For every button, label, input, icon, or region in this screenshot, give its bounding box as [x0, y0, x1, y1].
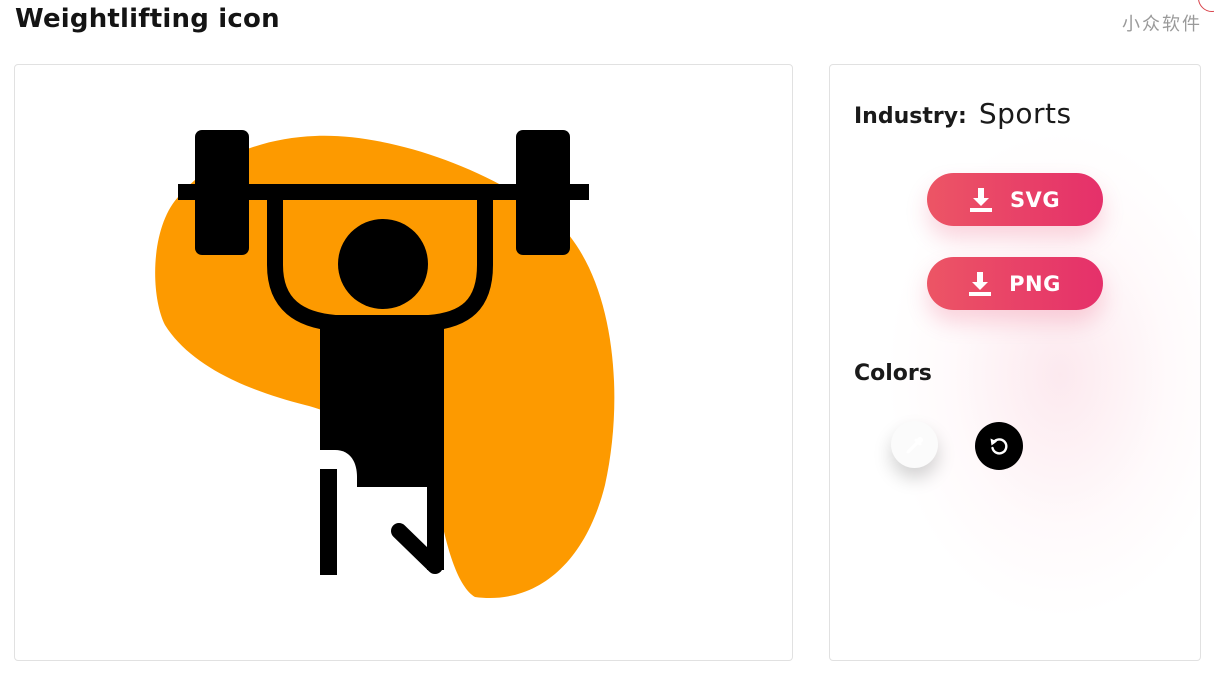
left-leg	[320, 469, 337, 575]
weightlifting-icon	[155, 130, 615, 599]
page-title: Weightlifting icon	[15, 4, 280, 34]
industry-row: Industry: Sports	[854, 97, 1072, 130]
download-svg-button[interactable]: SVG	[927, 173, 1103, 226]
reset-colors-button[interactable]	[975, 422, 1023, 470]
details-panel: Industry: Sports SVG PNG Colors	[829, 64, 1201, 661]
eyedropper-icon	[906, 436, 923, 453]
industry-value[interactable]: Sports	[979, 97, 1072, 130]
download-icon	[969, 271, 992, 296]
watermark: 小众软件	[1122, 10, 1202, 36]
head	[338, 219, 428, 309]
download-png-button[interactable]: PNG	[927, 257, 1103, 310]
left-plate	[195, 130, 249, 255]
download-png-label: PNG	[1009, 271, 1061, 296]
icon-preview-panel	[14, 64, 793, 661]
industry-label: Industry:	[854, 104, 967, 129]
download-svg-label: SVG	[1009, 187, 1061, 212]
download-icon	[969, 187, 992, 212]
right-plate	[516, 130, 570, 255]
color-swatch-picker[interactable]	[891, 421, 938, 468]
watermark-text: 小众软件	[1122, 14, 1202, 35]
colors-heading: Colors	[854, 361, 932, 386]
reset-icon	[990, 438, 1008, 455]
